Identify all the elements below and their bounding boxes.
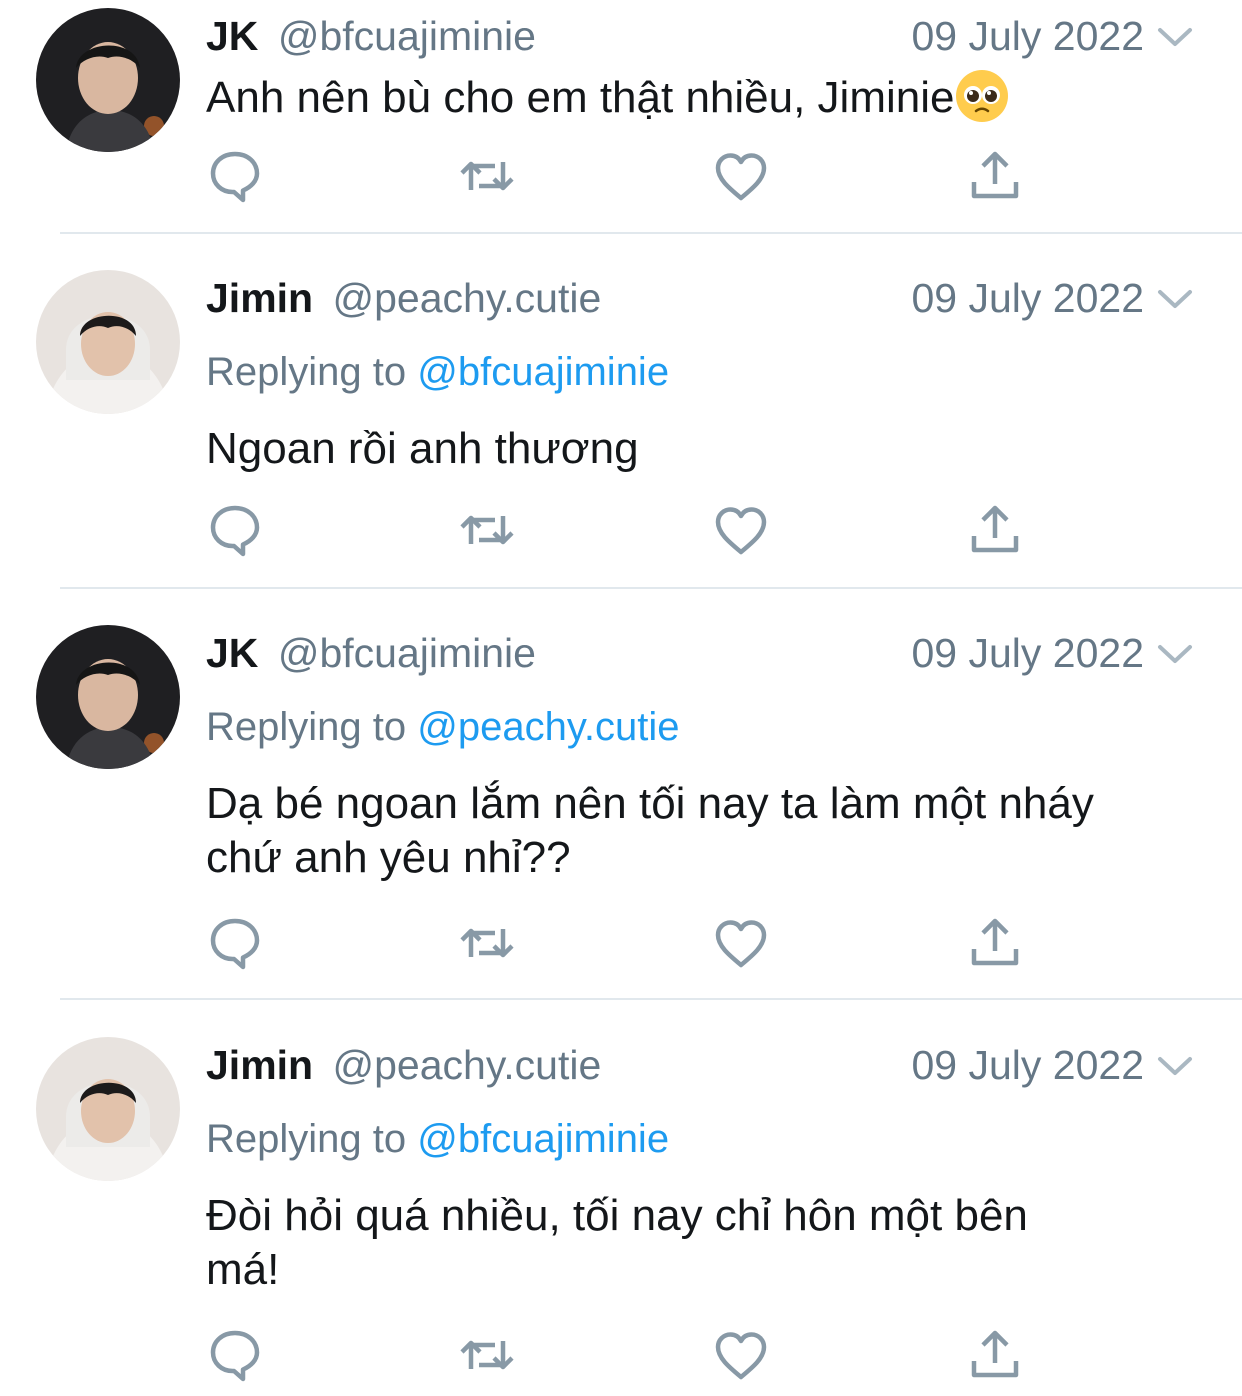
tweet-header: JK @bfcuajiminie	[206, 629, 536, 677]
avatar-image	[36, 625, 180, 769]
share-button[interactable]	[965, 1325, 1025, 1385]
retweet-icon	[457, 1325, 517, 1385]
tweet-text: Anh nên bù cho em thật nhiều, Jiminie	[206, 68, 1206, 125]
tweet-actions	[0, 146, 1242, 206]
mention-link[interactable]: @bfcuajiminie	[417, 1117, 669, 1161]
mention-link[interactable]: @bfcuajiminie	[417, 350, 669, 394]
tweet-header: Jimin @peachy.cutie	[206, 274, 601, 322]
tweet-date: 09 July 2022	[911, 13, 1144, 59]
tweet-text-line: Dạ bé ngoan lắm nên tối nay ta làm một n…	[206, 779, 1094, 828]
like-button[interactable]	[711, 1325, 771, 1385]
divider	[60, 998, 1242, 1000]
avatar-image	[36, 270, 180, 414]
retweet-button[interactable]	[457, 146, 517, 206]
tweet[interactable]: Jimin @peachy.cutie 09 July 2022 Replyin…	[0, 1029, 1242, 1396]
avatar-image	[36, 1037, 180, 1181]
display-name[interactable]: Jimin	[206, 275, 313, 321]
heart-icon	[711, 1325, 771, 1385]
share-icon	[965, 1325, 1025, 1385]
replying-to: Replying to @peachy.cutie	[206, 703, 679, 751]
retweet-icon	[457, 146, 517, 206]
chevron-down-icon[interactable]	[1156, 22, 1194, 52]
replying-to-label: Replying to	[206, 350, 407, 394]
share-button[interactable]	[965, 500, 1025, 560]
retweet-button[interactable]	[457, 1325, 517, 1385]
heart-icon	[711, 913, 771, 973]
mention-link[interactable]: @peachy.cutie	[417, 705, 679, 749]
user-handle[interactable]: @bfcuajiminie	[278, 13, 536, 59]
reply-button[interactable]	[205, 500, 265, 560]
tweet-actions	[0, 1325, 1242, 1385]
like-button[interactable]	[711, 913, 771, 973]
avatar[interactable]	[36, 8, 180, 152]
user-handle[interactable]: @peachy.cutie	[333, 1042, 602, 1088]
like-button[interactable]	[711, 146, 771, 206]
tweet-header: JK @bfcuajiminie	[206, 12, 536, 60]
tweet-text-line: Anh nên bù cho em thật nhiều, Jiminie	[206, 73, 955, 122]
replying-to-label: Replying to	[206, 705, 407, 749]
tweet-text-line: Đòi hỏi quá nhiều, tối nay chỉ hôn một b…	[206, 1191, 1028, 1240]
display-name[interactable]: JK	[206, 13, 258, 59]
heart-icon	[711, 146, 771, 206]
heart-icon	[711, 500, 771, 560]
tweet-text: Ngoan rồi anh thương	[206, 422, 1206, 476]
tweet-text-line: chứ anh yêu nhỉ??	[206, 833, 571, 882]
pleading-face-emoji-icon	[954, 68, 1010, 124]
retweet-icon	[457, 500, 517, 560]
tweet-actions	[0, 913, 1242, 973]
display-name[interactable]: JK	[206, 630, 258, 676]
share-icon	[965, 500, 1025, 560]
share-icon	[965, 146, 1025, 206]
tweet-text: Dạ bé ngoan lắm nên tối nay ta làm một n…	[206, 777, 1206, 885]
tweet[interactable]: JK @bfcuajiminie 09 July 2022 Anh nên bù…	[0, 0, 1242, 234]
like-button[interactable]	[711, 500, 771, 560]
reply-button[interactable]	[205, 913, 265, 973]
reply-button[interactable]	[205, 146, 265, 206]
reply-icon	[205, 1325, 265, 1385]
tweet-text-line: Ngoan rồi anh thương	[206, 424, 639, 473]
reply-icon	[205, 500, 265, 560]
chevron-down-icon[interactable]	[1156, 639, 1194, 669]
tweet[interactable]: JK @bfcuajiminie 09 July 2022 Replying t…	[0, 617, 1242, 1001]
retweet-button[interactable]	[457, 500, 517, 560]
user-handle[interactable]: @peachy.cutie	[333, 275, 602, 321]
tweet-text: Đòi hỏi quá nhiều, tối nay chỉ hôn một b…	[206, 1189, 1206, 1297]
avatar[interactable]	[36, 1037, 180, 1181]
reply-button[interactable]	[205, 1325, 265, 1385]
share-icon	[965, 913, 1025, 973]
chevron-down-icon[interactable]	[1156, 1051, 1194, 1081]
divider	[60, 587, 1242, 589]
avatar[interactable]	[36, 270, 180, 414]
share-button[interactable]	[965, 146, 1025, 206]
tweet-date: 09 July 2022	[911, 630, 1144, 676]
tweet[interactable]: Jimin @peachy.cutie 09 July 2022 Replyin…	[0, 262, 1242, 590]
reply-icon	[205, 913, 265, 973]
reply-icon	[205, 146, 265, 206]
divider	[60, 232, 1242, 234]
avatar-image	[36, 8, 180, 152]
replying-to: Replying to @bfcuajiminie	[206, 348, 669, 396]
tweet-date: 09 July 2022	[911, 1042, 1144, 1088]
retweet-icon	[457, 913, 517, 973]
share-button[interactable]	[965, 913, 1025, 973]
tweet-header: Jimin @peachy.cutie	[206, 1041, 601, 1089]
tweet-actions	[0, 500, 1242, 560]
replying-to-label: Replying to	[206, 1117, 407, 1161]
avatar[interactable]	[36, 625, 180, 769]
replying-to: Replying to @bfcuajiminie	[206, 1115, 669, 1163]
retweet-button[interactable]	[457, 913, 517, 973]
display-name[interactable]: Jimin	[206, 1042, 313, 1088]
tweet-date: 09 July 2022	[911, 275, 1144, 321]
user-handle[interactable]: @bfcuajiminie	[278, 630, 536, 676]
chevron-down-icon[interactable]	[1156, 284, 1194, 314]
tweet-text-line: má!	[206, 1245, 280, 1294]
